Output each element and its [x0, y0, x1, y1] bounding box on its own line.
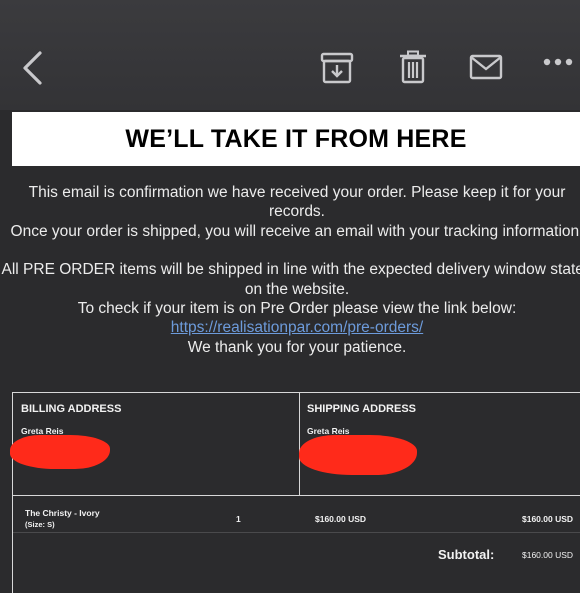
subtotal-label: Subtotal: [438, 547, 495, 562]
redacted-billing-address [10, 435, 110, 469]
envelope-icon[interactable] [469, 54, 503, 80]
row-divider [13, 532, 580, 533]
redacted-shipping-address [299, 435, 417, 475]
product-price: $160.00 USD [315, 514, 367, 524]
line-total: $160.00 USD [522, 514, 574, 524]
banner-heading: WE’LL TAKE IT FROM HERE [125, 124, 467, 153]
column-divider [299, 393, 300, 495]
mail-toolbar [0, 0, 580, 110]
shipping-notice-text: Once your order is shipped, you will rec… [10, 222, 580, 240]
subtotal-value: $160.00 USD [522, 550, 574, 560]
confirmation-text: This email is confirmation we have recei… [28, 184, 566, 221]
preorders-link[interactable]: https://realisationpar.com/pre-orders/ [171, 319, 423, 336]
preorder-check-text: To check if your item is on Pre Order pl… [77, 300, 517, 318]
trash-icon[interactable] [398, 50, 428, 84]
billing-address-title: BILLING ADDRESS [21, 403, 122, 415]
product-size: (Size: S) [25, 520, 55, 529]
archive-icon[interactable] [320, 52, 354, 84]
shipping-address-title: SHIPPING ADDRESS [307, 403, 417, 415]
row-divider [13, 495, 580, 496]
product-quantity: 1 [236, 514, 241, 524]
order-summary-table: BILLING ADDRESS Greta Reis SHIPPING ADDR… [10, 392, 580, 593]
more-icon[interactable] [543, 57, 573, 67]
email-body: This email is confirmation we have recei… [0, 183, 580, 357]
preorder-notice-text: All PRE ORDER items will be shipped in l… [1, 261, 580, 298]
thank-you-text: We thank you for your patience. [187, 338, 407, 356]
product-name: The Christy - Ivory [25, 508, 100, 518]
email-banner: WE’LL TAKE IT FROM HERE [12, 112, 580, 166]
chevron-left-icon[interactable] [20, 50, 46, 86]
